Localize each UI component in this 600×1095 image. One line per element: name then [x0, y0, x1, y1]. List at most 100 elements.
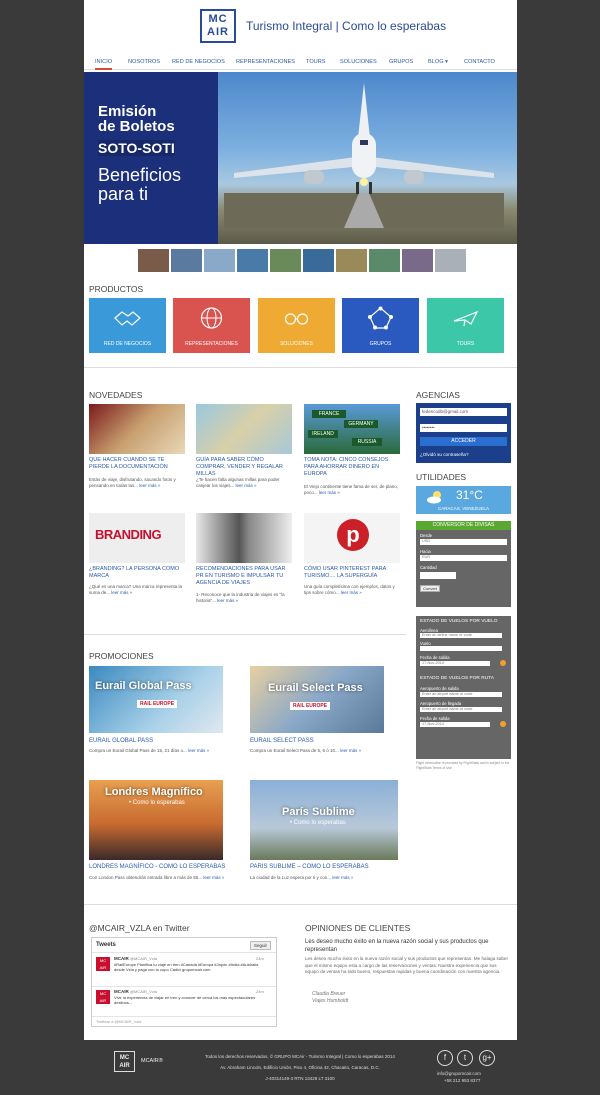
product-label: SOLUCIONES	[280, 341, 313, 347]
news-item-title[interactable]: QUE HACER CUANDO SE TE PIERDE LA DOCUMEN…	[89, 457, 185, 471]
product-tours[interactable]: TOURS	[427, 298, 504, 353]
footer-email[interactable]: info@grupomcair.com	[437, 1071, 481, 1076]
password-field[interactable]: ••••••••	[420, 424, 507, 432]
read-more-link[interactable]: leer más »	[188, 748, 209, 753]
tweet-compose-input[interactable]: Twittear a @MCAIR_Vzla	[92, 1016, 276, 1026]
promo-image-london[interactable]: Londres Magnífico • Como lo esperabas	[89, 780, 223, 860]
nav-nosotros[interactable]: NOSOTROS	[128, 59, 160, 65]
product-grupos[interactable]: GRUPOS	[342, 298, 419, 353]
google-plus-icon[interactable]: g+	[479, 1050, 495, 1066]
slider-thumb[interactable]	[435, 249, 466, 272]
nav-tours[interactable]: TOURS	[306, 59, 325, 65]
slider-thumb[interactable]	[138, 249, 169, 272]
news-image-map[interactable]	[196, 404, 292, 454]
handshake-icon	[114, 311, 141, 326]
tweet-time[interactable]: 24m	[256, 956, 264, 961]
pinterest-icon: p	[337, 519, 369, 551]
read-more-link[interactable]: leer más »	[341, 590, 362, 595]
promo-image-eurail-global[interactable]: Eurail Global Pass RAIL EUROPE	[89, 666, 223, 733]
converter-from-label: Desde	[420, 533, 433, 538]
follow-button[interactable]: Seguir	[250, 941, 272, 950]
news-item-title[interactable]: GUÍA PARA SABER CÓMO COMPRAR, VENDER Y R…	[196, 457, 292, 478]
news-image-handshake[interactable]	[196, 513, 292, 563]
search-route-icon[interactable]	[500, 721, 506, 727]
promo-title-link[interactable]: EURAIL SELECT PASS	[250, 738, 314, 744]
tweet-handle[interactable]: @MCAIR_Vzla	[130, 989, 157, 994]
product-label: TOURS	[456, 341, 475, 347]
read-more-link[interactable]: leer más »	[319, 490, 340, 495]
twitter-icon[interactable]: t	[457, 1050, 473, 1066]
slider-thumb[interactable]	[369, 249, 400, 272]
converter-amount-input[interactable]	[420, 572, 456, 579]
news-item-title[interactable]: ¿BRANDING? LA PERSONA COMO MARCA	[89, 566, 185, 580]
airline-input[interactable]: Enter an airline name or code	[420, 633, 502, 638]
flight-number-input[interactable]	[420, 646, 502, 651]
read-more-link[interactable]: leer más »	[332, 875, 353, 880]
news-item-title[interactable]: TOMA NOTA: CINCO CONSEJOS PARA AHORRAR D…	[304, 457, 400, 478]
slider-thumb[interactable]	[336, 249, 367, 272]
promo-image-paris[interactable]: París Sublime • Como lo esperabas	[250, 780, 398, 860]
slider-thumb[interactable]	[237, 249, 268, 272]
nav-representaciones[interactable]: REPRESENTACIONES	[236, 59, 295, 65]
hero-line1: Emisión	[98, 103, 157, 120]
news-image-branding[interactable]: BRANDING	[89, 513, 185, 563]
tweet-author[interactable]: MCAIR	[114, 956, 129, 961]
slider-thumb[interactable]	[303, 249, 334, 272]
slider-thumb[interactable]	[402, 249, 433, 272]
forgot-password-link[interactable]: ¿Olvidó su contraseña?	[420, 452, 469, 457]
news-title: NOVEDADES	[89, 390, 143, 400]
read-more-link[interactable]: leer más »	[139, 483, 160, 488]
converter-from-select[interactable]: USD	[420, 539, 507, 545]
news-item-title[interactable]: RECOMENDACIONES PARA USAR PR EN TURISMO …	[196, 566, 292, 587]
nav-soluciones[interactable]: SOLUCIONES	[340, 59, 377, 65]
tweet-handle[interactable]: @MCAIR_Vzla	[130, 956, 157, 961]
promo-title-link[interactable]: LONDRES MAGNÍFICO - COMO LO ESPERABAS	[89, 864, 225, 870]
product-soluciones[interactable]: SOLUCIONES	[258, 298, 335, 353]
read-more-link[interactable]: leer más »	[111, 590, 132, 595]
flight-status-widget: ESTADO DE VUELOS POR VUELO Aerolínea Ent…	[416, 616, 511, 759]
news-item-title[interactable]: CÓMO USAR PINTEREST PARA TURISMO.... LA …	[304, 566, 400, 580]
nav-inicio[interactable]: INICIO	[95, 59, 113, 70]
promo-title-link[interactable]: EURAIL GLOBAL PASS	[89, 738, 153, 744]
news-image-pinterest[interactable]: p	[304, 513, 400, 563]
product-red-de-negocios[interactable]: RED DE NEGOCIOS	[89, 298, 166, 353]
news-image-signposts[interactable]: FRANCE GERMANY IRELAND RUSSIA	[304, 404, 400, 454]
email-field[interactable]: fedencodb@gmail.com	[420, 408, 507, 416]
read-more-link[interactable]: leer más »	[236, 483, 257, 488]
tweet-author[interactable]: MCAIR	[114, 989, 129, 994]
departure-date-select[interactable]: 17-Nov-2014	[420, 661, 490, 666]
logo[interactable]: MC AIR	[200, 9, 236, 43]
read-more-link[interactable]: leer más »	[340, 748, 361, 753]
slider-thumb[interactable]	[270, 249, 301, 272]
route-date-select[interactable]: 17-Nov-2014	[420, 722, 490, 727]
temperature: 31°C	[456, 488, 483, 502]
avatar[interactable]: MC AIR	[96, 957, 110, 971]
search-flight-icon[interactable]	[500, 660, 506, 666]
read-more-link[interactable]: leer más »	[203, 875, 224, 880]
promo-image-eurail-select[interactable]: Eurail Select Pass RAIL EUROPE	[250, 666, 384, 733]
hero-line4: Beneficios	[98, 165, 182, 185]
footer-phone: +58 212 953 8377	[444, 1078, 481, 1083]
slider-thumb[interactable]	[204, 249, 235, 272]
tweet-time[interactable]: 24m	[256, 989, 264, 994]
slider-thumb[interactable]	[171, 249, 202, 272]
read-more-link[interactable]: leer más »	[217, 598, 238, 603]
nav-grupos[interactable]: GRUPOS	[389, 59, 413, 65]
promo-overlay-sub: • Como lo esperabas	[129, 800, 185, 806]
converter-to-label: Hacia	[420, 549, 431, 554]
facebook-icon[interactable]: f	[437, 1050, 453, 1066]
cloud-sun-icon	[427, 491, 441, 504]
convert-button[interactable]: Convert	[420, 585, 440, 592]
nav-contacto[interactable]: CONTACTO	[464, 59, 495, 65]
login-button[interactable]: ACCEDER	[420, 437, 507, 446]
converter-to-select[interactable]: EUR	[420, 555, 507, 561]
departure-airport-input[interactable]: Enter an airport name or code	[420, 692, 502, 697]
footer-logo[interactable]: MC AIR	[114, 1051, 135, 1072]
nav-blog[interactable]: BLOG ▾	[428, 59, 448, 65]
nav-red-de-negocios[interactable]: RED DE NEGOCIOS	[172, 59, 225, 65]
promo-title-link[interactable]: PARIS SUBLIME – COMO LO ESPERABAS	[250, 864, 369, 870]
product-representaciones[interactable]: REPRESENTACIONES	[173, 298, 250, 353]
news-image-passport[interactable]	[89, 404, 185, 454]
arrival-airport-input[interactable]: Enter an airport name or code	[420, 707, 502, 712]
avatar[interactable]: MC AIR	[96, 990, 110, 1004]
